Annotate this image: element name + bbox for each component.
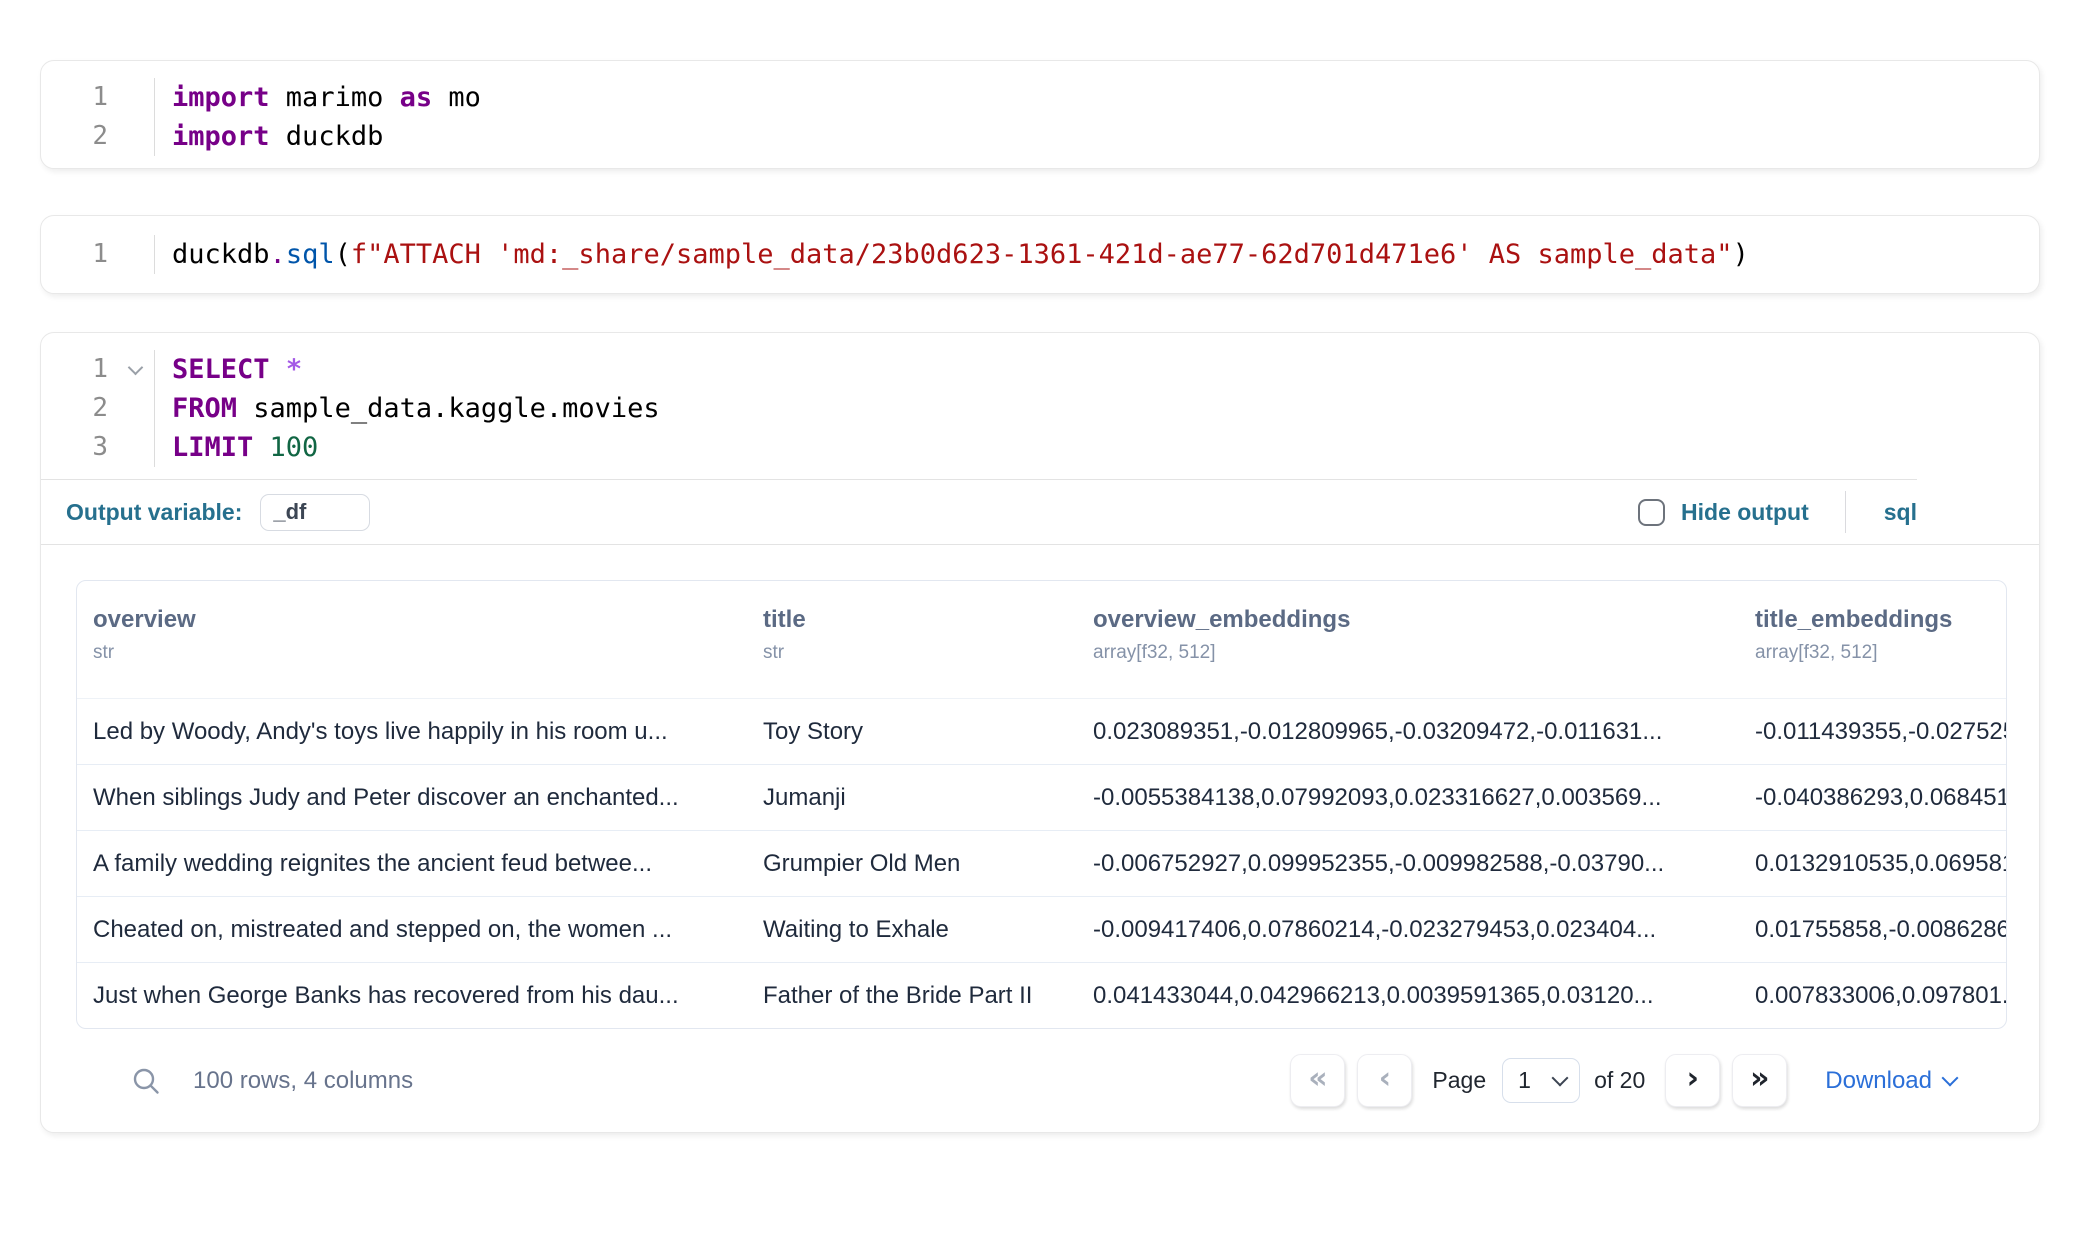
row-count-summary: 100 rows, 4 columns xyxy=(193,1067,413,1095)
page-select[interactable]: 1 xyxy=(1502,1058,1580,1103)
code-cell-imports[interactable]: 12 import marimo as moimport duckdb xyxy=(40,60,2040,169)
table-header-row: overview str title str overview_embeddingsar… xyxy=(77,581,2006,699)
last-page-icon: » xyxy=(1750,1061,1769,1096)
table-row: Led by Woody, Andy's toys live happily i… xyxy=(77,699,2006,764)
table-cell: -0.006752927,0.099952355,-0.009982588,-0… xyxy=(1077,850,1739,878)
table-cell: When siblings Judy and Peter discover an… xyxy=(77,784,747,812)
search-icon[interactable] xyxy=(131,1065,163,1097)
column-header-title[interactable]: title str xyxy=(747,581,1077,698)
table-cell: Father of the Bride Part II xyxy=(747,982,1077,1010)
code-line[interactable]: import marimo as mo xyxy=(172,78,481,117)
download-label: Download xyxy=(1825,1067,1932,1095)
table-cell: -0.009417406,0.07860214,-0.023279453,0.0… xyxy=(1077,916,1739,944)
page-select-value: 1 xyxy=(1518,1067,1531,1094)
hide-output-checkbox[interactable] xyxy=(1638,499,1665,526)
column-type: array[f32, 512] xyxy=(1093,642,1719,664)
table-cell: 0.041433044,0.042966213,0.0039591365,0.0… xyxy=(1077,982,1739,1010)
code-content[interactable]: import marimo as moimport duckdb xyxy=(155,78,481,156)
table-cell: -0.011439355,-0.027525... xyxy=(1739,718,2007,746)
output-variable-label: Output variable: xyxy=(66,499,242,526)
output-variable-input[interactable] xyxy=(260,494,370,531)
table-cell: 0.023089351,-0.012809965,-0.03209472,-0.… xyxy=(1077,718,1739,746)
first-page-button[interactable]: « xyxy=(1290,1054,1345,1107)
column-header-title_embeddings[interactable]: title_embeddings array[f32, 512] xyxy=(1739,581,2007,698)
line-number-gutter: 123 xyxy=(41,350,155,467)
language-badge: sql xyxy=(1884,499,1917,526)
table-row: When siblings Judy and Peter discover an… xyxy=(77,764,2006,830)
code-line[interactable]: FROM sample_data.kaggle.movies xyxy=(172,389,660,428)
table-body: Led by Woody, Andy's toys live happily i… xyxy=(77,699,2006,1028)
table-cell: Waiting to Exhale xyxy=(747,916,1077,944)
table-cell: A family wedding reignites the ancient f… xyxy=(77,850,747,878)
table-cell: Cheated on, mistreated and stepped on, t… xyxy=(77,916,747,944)
output-area: overview str title str overview_embeddingsar… xyxy=(41,545,2039,1132)
last-page-button[interactable]: » xyxy=(1732,1054,1787,1107)
page-label: Page xyxy=(1432,1067,1486,1094)
table-cell: Led by Woody, Andy's toys live happily i… xyxy=(77,718,747,746)
table-cell: -0.040386293,0.068451... xyxy=(1739,784,2007,812)
table-cell: Toy Story xyxy=(747,718,1077,746)
first-page-icon: « xyxy=(1308,1061,1327,1096)
result-table: overview str title str overview_embeddingsar… xyxy=(76,580,2007,1029)
code-line[interactable]: SELECT * xyxy=(172,350,660,389)
column-header-overview[interactable]: overview str xyxy=(77,581,747,698)
code-line[interactable]: duckdb.sql(f"ATTACH 'md:_share/sample_da… xyxy=(172,235,1749,274)
prev-page-icon: ‹ xyxy=(1379,1061,1391,1096)
code-cell-attach[interactable]: 1 duckdb.sql(f"ATTACH 'md:_share/sample_… xyxy=(40,215,2040,294)
table-row: Just when George Banks has recovered fro… xyxy=(77,962,2006,1028)
table-cell: Jumanji xyxy=(747,784,1077,812)
table-cell: Just when George Banks has recovered fro… xyxy=(77,982,747,1010)
sql-cell-toolbar: Output variable: Hide output sql xyxy=(41,480,2039,544)
page-total-label: of 20 xyxy=(1594,1067,1645,1094)
code-editor[interactable]: 12 import marimo as moimport duckdb xyxy=(41,61,2039,168)
fold-chevron-icon[interactable] xyxy=(128,360,144,376)
column-name: title_embeddings xyxy=(1755,605,2007,635)
chevron-down-icon xyxy=(1942,1070,1959,1087)
column-name: overview xyxy=(93,605,727,635)
column-type: str xyxy=(763,642,1057,664)
line-number-gutter: 1 xyxy=(41,235,155,274)
code-editor[interactable]: 1 duckdb.sql(f"ATTACH 'md:_share/sample_… xyxy=(41,216,2039,293)
line-number: 3 xyxy=(41,428,154,467)
table-cell: 0.01755858,-0.0086286... xyxy=(1739,916,2007,944)
next-page-icon: › xyxy=(1687,1061,1699,1096)
column-type: array[f32, 512] xyxy=(1755,642,2007,664)
code-line[interactable]: LIMIT 100 xyxy=(172,428,660,467)
line-number-gutter: 12 xyxy=(41,78,155,156)
pagination: « ‹ Page 1 of 20 › » Download xyxy=(1290,1054,1956,1107)
hide-output-label[interactable]: Hide output xyxy=(1681,499,1809,526)
download-button[interactable]: Download xyxy=(1825,1067,1956,1095)
chevron-down-icon xyxy=(1552,1070,1569,1087)
sql-cell[interactable]: 123 SELECT *FROM sample_data.kaggle.movi… xyxy=(40,332,2040,1133)
column-type: str xyxy=(93,642,727,664)
line-number: 2 xyxy=(41,389,154,428)
table-cell: -0.0055384138,0.07992093,0.023316627,0.0… xyxy=(1077,784,1739,812)
line-number: 1 xyxy=(41,350,154,389)
code-content[interactable]: SELECT *FROM sample_data.kaggle.moviesLI… xyxy=(155,350,660,467)
line-number: 2 xyxy=(41,117,154,156)
line-number: 1 xyxy=(41,235,154,274)
column-name: title xyxy=(763,605,1057,635)
toolbar-separator xyxy=(1845,491,1846,533)
column-name: overview_embeddings xyxy=(1093,605,1719,635)
line-number: 1 xyxy=(41,78,154,117)
next-page-button[interactable]: › xyxy=(1665,1054,1720,1107)
table-row: Cheated on, mistreated and stepped on, t… xyxy=(77,896,2006,962)
table-cell: 0.0132910535,0.069581... xyxy=(1739,850,2007,878)
table-row: A family wedding reignites the ancient f… xyxy=(77,830,2006,896)
prev-page-button[interactable]: ‹ xyxy=(1357,1054,1412,1107)
table-cell: Grumpier Old Men xyxy=(747,850,1077,878)
column-header-overview_embeddings[interactable]: overview_embeddings array[f32, 512] xyxy=(1077,581,1739,698)
table-cell: 0.007833006,0.097801... xyxy=(1739,982,2007,1010)
code-editor[interactable]: 123 SELECT *FROM sample_data.kaggle.movi… xyxy=(41,333,2039,479)
code-content[interactable]: duckdb.sql(f"ATTACH 'md:_share/sample_da… xyxy=(155,235,1749,274)
table-footer: 100 rows, 4 columns « ‹ Page 1 of 20 › xyxy=(76,1029,2006,1132)
code-line[interactable]: import duckdb xyxy=(172,117,481,156)
